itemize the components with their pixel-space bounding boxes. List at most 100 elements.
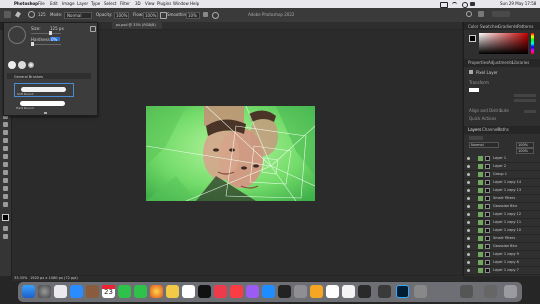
transform-section[interactable]: Transform <box>469 80 489 85</box>
layer-thumbnail[interactable] <box>478 172 483 177</box>
foreground-color-swatch[interactable] <box>2 214 9 221</box>
layer-mask-thumbnail[interactable] <box>485 172 490 177</box>
gradient-tool-icon[interactable] <box>3 130 8 135</box>
eye-icon[interactable] <box>467 197 470 200</box>
tab-paths[interactable]: Paths <box>498 126 509 134</box>
facetime-icon[interactable] <box>118 285 131 298</box>
brush-size-value[interactable]: 125 px <box>50 26 64 31</box>
document-size[interactable]: 1920 px x 1080 px (72 ppi) <box>30 276 78 281</box>
preview-icon[interactable] <box>342 285 355 298</box>
layer-row[interactable]: Layer 2 <box>464 163 540 171</box>
smoothing-options-icon[interactable] <box>203 12 208 17</box>
layer-mask-thumbnail[interactable] <box>485 244 490 249</box>
photos-icon[interactable] <box>150 285 163 298</box>
menu-edit[interactable]: Edit <box>50 0 58 8</box>
angle-icon[interactable] <box>212 12 219 19</box>
brush-tool-preset-icon[interactable] <box>15 11 21 18</box>
menu-plugins[interactable]: Plugins <box>157 0 171 8</box>
layer-thumbnail[interactable] <box>478 228 483 233</box>
menu-select[interactable]: Select <box>104 0 116 8</box>
recent-brush-3[interactable] <box>28 62 34 68</box>
downloads-stack-icon[interactable] <box>414 285 427 298</box>
calendar-icon[interactable]: 23 <box>102 285 115 298</box>
menu-layer[interactable]: Layer <box>77 0 88 8</box>
brush-picker-icon[interactable] <box>28 11 35 18</box>
layer-thumbnail[interactable] <box>478 156 483 161</box>
app-menu[interactable]: Photoshop <box>14 0 38 8</box>
eye-icon[interactable] <box>467 157 470 160</box>
hardness-slider[interactable] <box>31 42 61 46</box>
tab-color[interactable]: Color <box>468 23 478 31</box>
quick-actions-section[interactable]: Quick Actions <box>469 116 496 121</box>
control-center-icon[interactable] <box>470 2 475 6</box>
layer-fill-input[interactable]: 100% <box>516 148 534 154</box>
menu-view[interactable]: View <box>145 0 155 8</box>
menu-image[interactable]: Image <box>62 0 75 8</box>
type-tool-icon[interactable] <box>3 162 8 167</box>
notes-icon[interactable] <box>166 285 179 298</box>
layer-thumbnail[interactable] <box>478 204 483 209</box>
brush-list-item[interactable]: Hard Round <box>14 100 74 112</box>
eye-icon[interactable] <box>467 189 470 192</box>
menu-filter[interactable]: Filter <box>120 0 130 8</box>
layer-row[interactable]: Smart Filters <box>464 235 540 243</box>
layer-row[interactable]: Layer 1 copy 7 <box>464 267 540 275</box>
layer-row[interactable]: Gaussian Blur <box>464 203 540 211</box>
layer-mask-thumbnail[interactable] <box>485 196 490 201</box>
layer-row[interactable]: Layer 1 copy 14 <box>464 179 540 187</box>
gear-icon[interactable] <box>90 26 96 32</box>
layer-mask-thumbnail[interactable] <box>485 220 490 225</box>
smoothing-input[interactable]: 10% <box>186 12 200 19</box>
zoom-tool-icon[interactable] <box>3 194 8 199</box>
blend-mode-select[interactable]: Normal <box>469 142 499 148</box>
tab-swatches[interactable]: Swatches <box>480 23 499 31</box>
layer-thumbnail[interactable] <box>478 220 483 225</box>
menu-help[interactable]: Help <box>190 0 199 8</box>
menu-type[interactable]: Type <box>91 0 100 8</box>
layer-thumbnail[interactable] <box>478 236 483 241</box>
layer-thumbnail[interactable] <box>478 164 483 169</box>
tv-icon[interactable] <box>198 285 211 298</box>
layer-mask-thumbnail[interactable] <box>485 164 490 169</box>
height-field[interactable] <box>514 99 536 102</box>
layer-thumbnail[interactable] <box>478 212 483 217</box>
align-section[interactable]: Align and Distribute <box>469 108 509 113</box>
photo-booth-icon[interactable] <box>378 285 391 298</box>
menu-window[interactable]: Window <box>173 0 189 8</box>
workspace-icon[interactable] <box>478 11 484 17</box>
brush-preset-picker[interactable]: Size: 125 px Hardness: 0% General Brushe… <box>3 22 98 116</box>
layer-thumbnail[interactable] <box>478 180 483 185</box>
eye-icon[interactable] <box>467 253 470 256</box>
eye-icon[interactable] <box>467 229 470 232</box>
recent-brush-2[interactable] <box>18 61 26 69</box>
layer-row[interactable]: Gaussian Blur <box>464 243 540 251</box>
screen-mode-icon[interactable] <box>3 234 8 239</box>
eye-icon[interactable] <box>467 245 470 248</box>
eraser-tool-icon[interactable] <box>3 122 8 127</box>
tab-patterns[interactable]: Patterns <box>517 23 533 31</box>
system-preferences-icon[interactable] <box>294 285 307 298</box>
layer-thumbnail[interactable] <box>478 188 483 193</box>
color-picker-field[interactable] <box>479 33 528 54</box>
share-button[interactable] <box>492 11 510 17</box>
align-field[interactable] <box>524 110 536 113</box>
zoom-level[interactable]: 33.33% <box>14 276 27 281</box>
hardness-slider-handle[interactable] <box>31 42 34 46</box>
hue-slider[interactable] <box>531 33 534 54</box>
document-tab[interactable]: ps.psd @ 33% (RGB/8) <box>112 22 162 29</box>
layer-thumbnail[interactable] <box>478 244 483 249</box>
screenshot-folder-icon[interactable] <box>460 285 473 298</box>
layer-mask-thumbnail[interactable] <box>485 180 490 185</box>
layer-thumbnail[interactable] <box>478 196 483 201</box>
menu-file[interactable]: File <box>38 0 45 8</box>
contacts-icon[interactable] <box>86 285 99 298</box>
disk-utility-icon[interactable] <box>358 285 371 298</box>
layer-row[interactable]: Layer 1 copy 12 <box>464 211 540 219</box>
tab-layers[interactable]: Layers <box>468 126 481 134</box>
layer-mask-thumbnail[interactable] <box>485 236 490 241</box>
trash-icon[interactable] <box>504 285 517 298</box>
layer-mask-thumbnail[interactable] <box>485 188 490 193</box>
tab-gradients[interactable]: Gradients <box>498 23 518 31</box>
foreground-color-swatch[interactable] <box>469 35 476 42</box>
rectangle-tool-icon[interactable] <box>3 178 8 183</box>
